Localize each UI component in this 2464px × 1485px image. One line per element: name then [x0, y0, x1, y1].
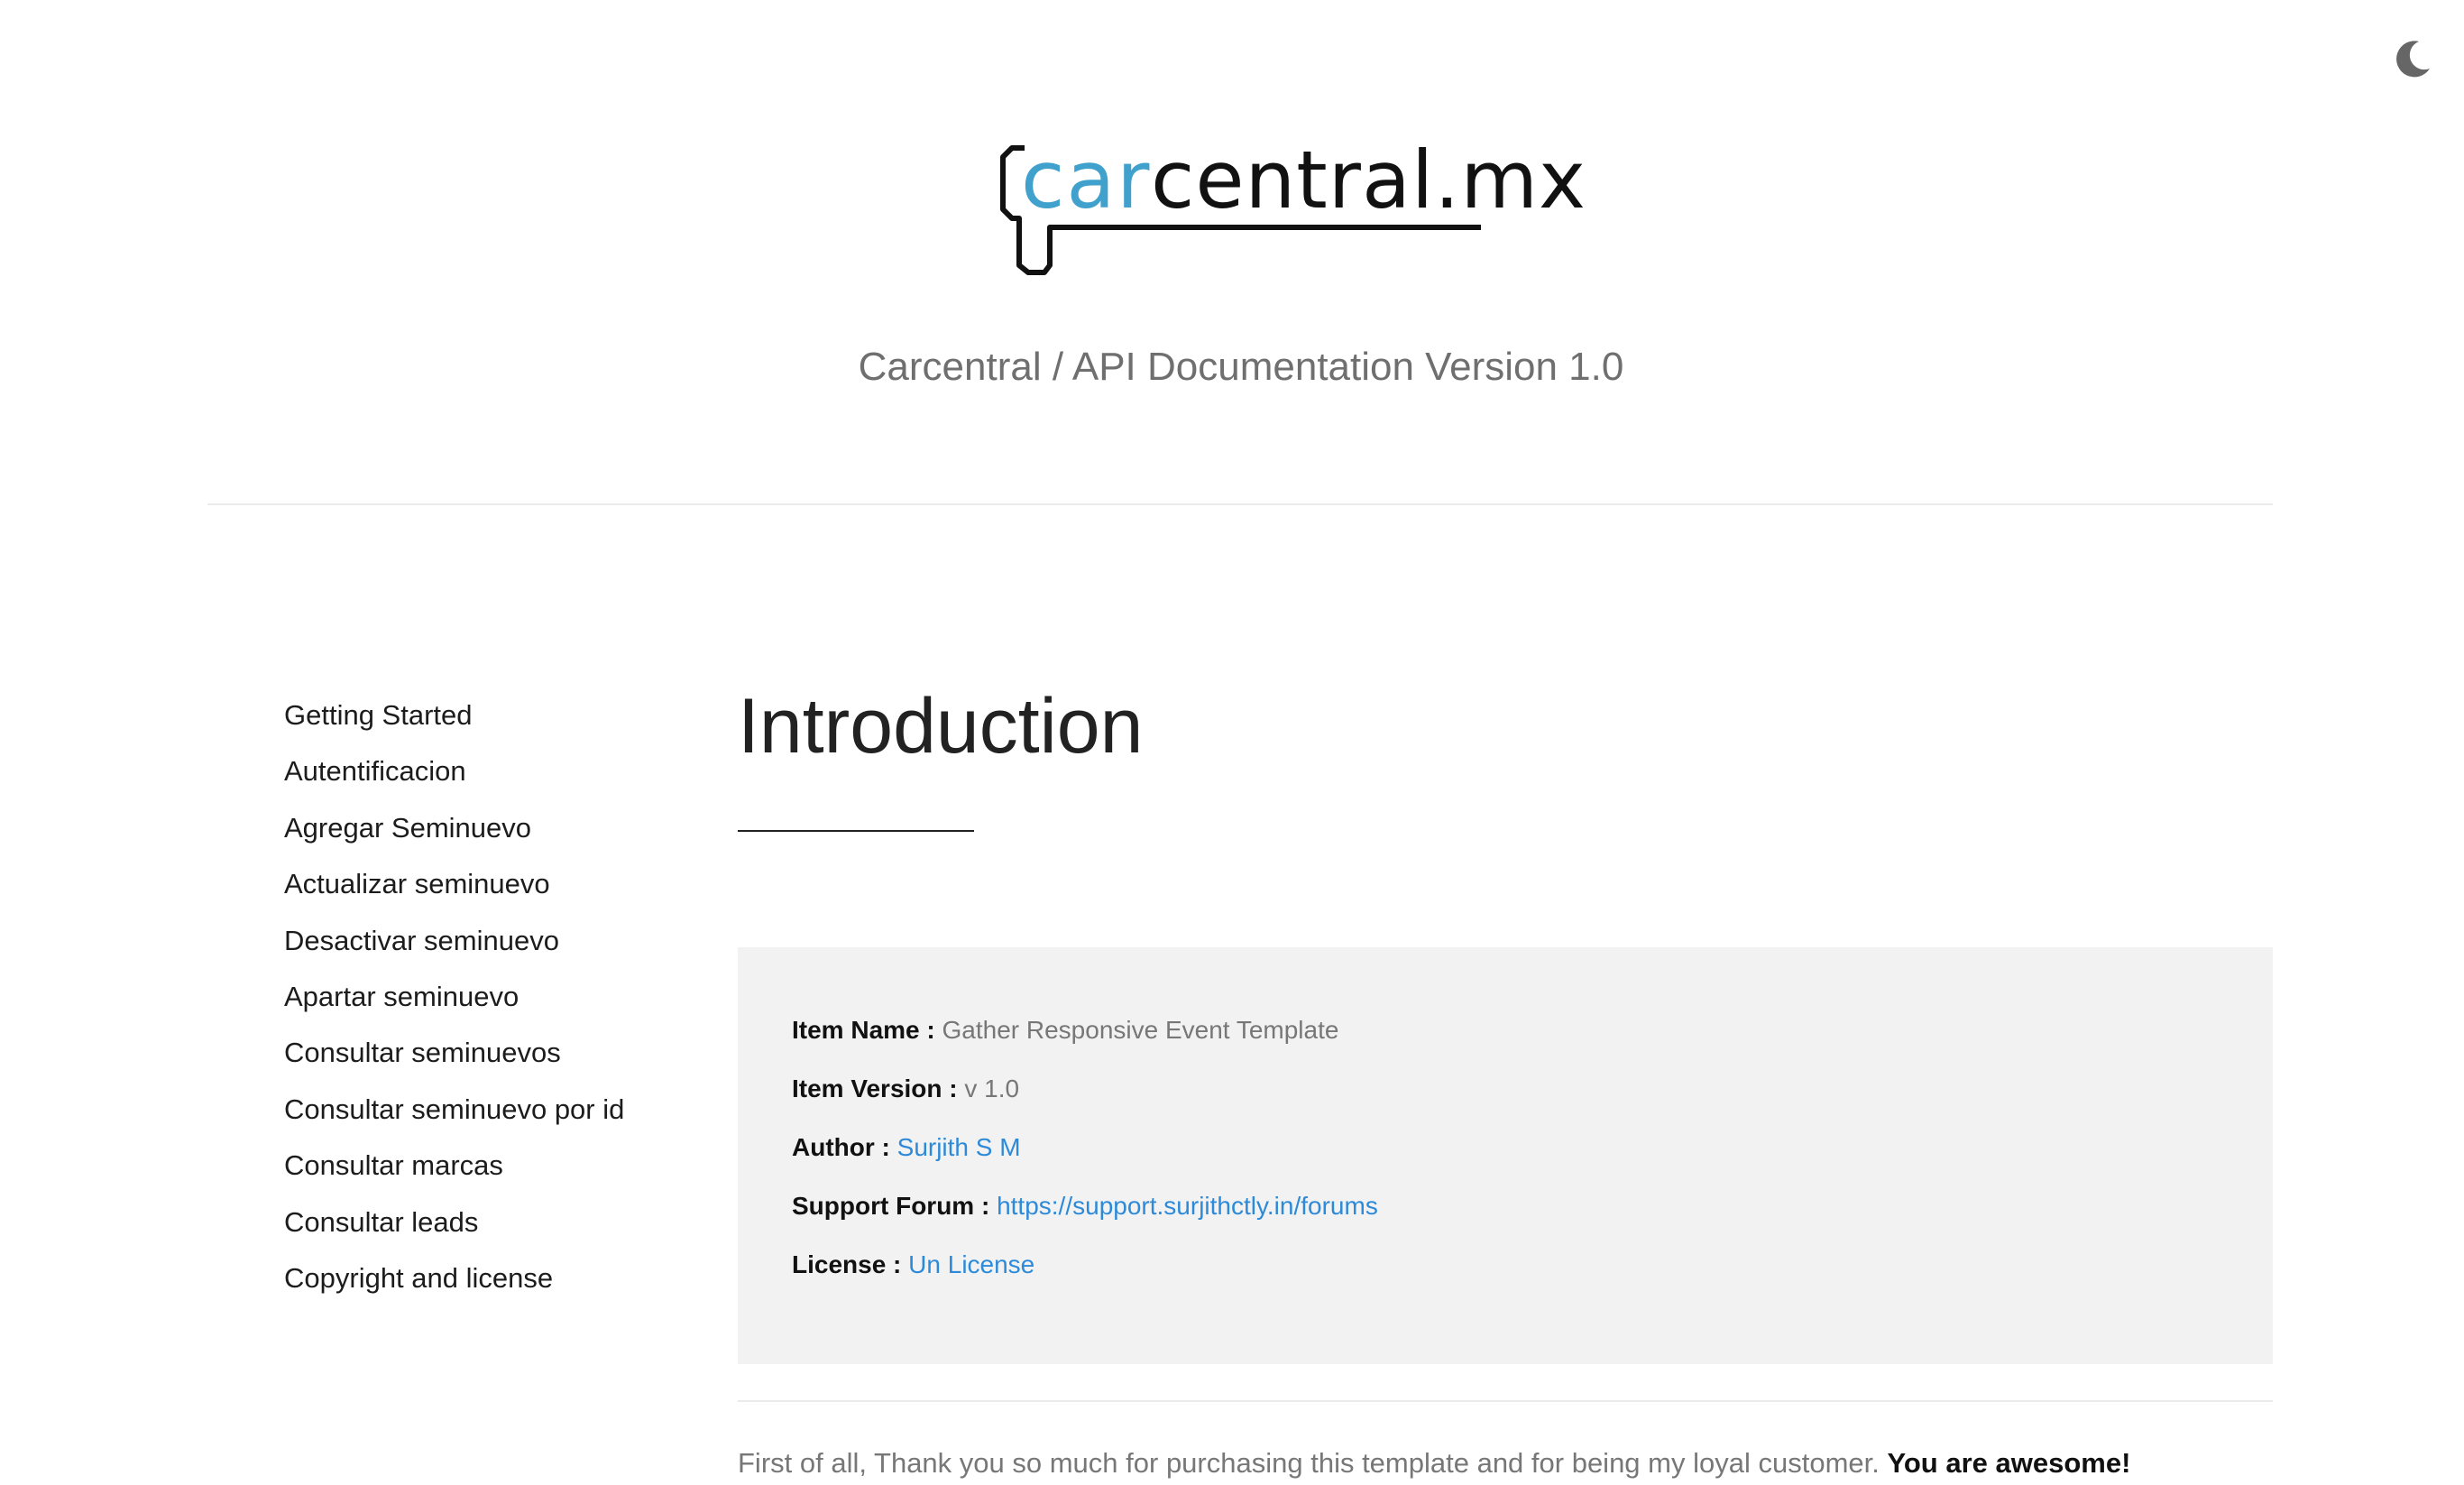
logo-text-car: car [1021, 134, 1152, 226]
sidebar-item-desactivar-seminuevo[interactable]: Desactivar seminuevo [284, 918, 681, 974]
intro-paragraph-emphasis: You are awesome! [1887, 1447, 2131, 1479]
sidebar-item-apartar-seminuevo[interactable]: Apartar seminuevo [284, 974, 681, 1030]
header-divider [207, 503, 2273, 505]
item-name-row: Item Name : Gather Responsive Event Temp… [792, 1012, 1338, 1048]
author-link[interactable]: Surjith S M [897, 1133, 1021, 1161]
author-label: Author : [792, 1133, 890, 1161]
author-row: Author : Surjith S M [792, 1130, 1021, 1166]
item-version-label: Item Version : [792, 1075, 958, 1102]
support-forum-row: Support Forum : https://support.surjithc… [792, 1188, 1378, 1224]
sidebar-item-consultar-seminuevos[interactable]: Consultar seminuevos [284, 1030, 681, 1086]
sidebar-item-agregar-seminuevo[interactable]: Agregar Seminuevo [284, 806, 681, 862]
sidebar-item-copyright-license[interactable]: Copyright and license [284, 1256, 681, 1312]
support-forum-label: Support Forum : [792, 1192, 990, 1220]
sidebar-item-consultar-leads[interactable]: Consultar leads [284, 1200, 681, 1256]
page-subtitle: Carcentral / API Documentation Version 1… [858, 345, 1624, 389]
sidebar-nav: Getting Started Autentificacion Agregar … [284, 693, 681, 1312]
license-label: License : [792, 1250, 902, 1278]
sidebar-item-consultar-marcas[interactable]: Consultar marcas [284, 1143, 681, 1199]
item-info-box: Item Name : Gather Responsive Event Temp… [738, 947, 2273, 1364]
item-version-value: v 1.0 [964, 1075, 1020, 1102]
logo-text-central: central.mx [1151, 134, 1587, 226]
intro-paragraph: First of all, Thank you so much for purc… [738, 1445, 2130, 1481]
item-name-label: Item Name : [792, 1016, 935, 1044]
support-forum-link[interactable]: https://support.surjithctly.in/forums [997, 1192, 1378, 1220]
intro-paragraph-text: First of all, Thank you so much for purc… [738, 1447, 1880, 1479]
theme-toggle-button[interactable] [2392, 38, 2433, 79]
sidebar-item-autentificacion[interactable]: Autentificacion [284, 749, 681, 805]
sidebar-item-consultar-seminuevo-por-id[interactable]: Consultar seminuevo por id [284, 1087, 681, 1143]
license-row: License : Un License [792, 1247, 1034, 1283]
title-underline [738, 830, 974, 832]
moon-icon [2396, 41, 2430, 78]
page-title: Introduction [738, 683, 1144, 770]
sidebar-item-getting-started[interactable]: Getting Started [284, 693, 681, 749]
item-name-value: Gather Responsive Event Template [942, 1016, 1339, 1044]
license-link[interactable]: Un License [908, 1250, 1034, 1278]
item-version-row: Item Version : v 1.0 [792, 1071, 1019, 1107]
content-divider [738, 1400, 2273, 1402]
sidebar-item-actualizar-seminuevo[interactable]: Actualizar seminuevo [284, 862, 681, 918]
carcentral-logo[interactable]: car central.mx [999, 134, 1586, 280]
